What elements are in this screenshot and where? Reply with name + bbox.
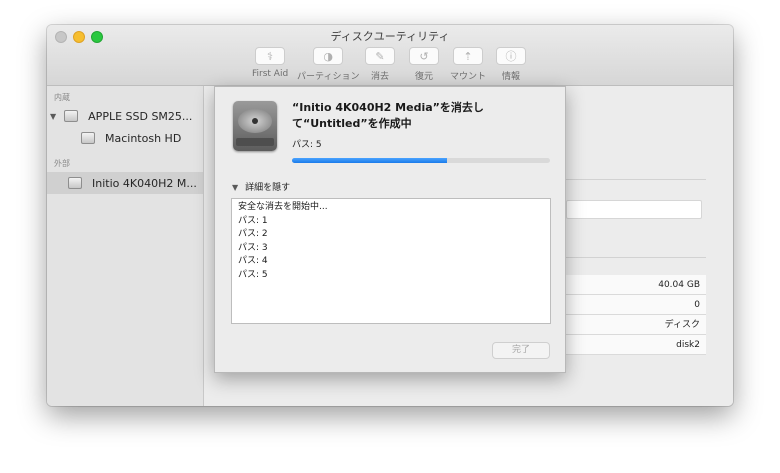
first-aid-label: First Aid [252,69,289,79]
sidebar: 内蔵 ▼ APPLE SSD SM25... Macintosh HD 外部 I… [47,86,204,406]
erase-icon: ✎ [365,47,395,65]
erase-progress-sheet: “Initio 4K040H2 Media”を消去して“Untitled”を作成… [214,86,566,373]
partition-button[interactable]: ◑ パーティション [297,47,359,82]
erase-button[interactable]: ✎ 消去 [365,47,395,82]
restore-label: 復元 [414,72,433,82]
log-line: 安全な消去を開始中... [238,202,328,212]
pass-status: パス: 5 [292,140,322,150]
divider [566,179,706,180]
log-line: パス: 4 [238,256,268,266]
mount-button[interactable]: ⇡ マウント [450,47,486,82]
divider [566,257,706,258]
info-field [566,200,702,219]
erase-log: 安全な消去を開始中... パス: 1 パス: 2 パス: 3 パス: 4 パス:… [231,198,551,324]
sidebar-item-initio[interactable]: Initio 4K040H2 M... [47,172,203,194]
mount-icon: ⇡ [453,47,483,65]
log-line: パス: 5 [238,269,268,280]
restore-button[interactable]: ↺ 復元 [409,47,439,82]
disclosure-triangle-icon[interactable]: ▼ [50,112,56,121]
info-device-value: disk2 [566,335,706,355]
log-line: パス: 3 [238,242,268,253]
log-line: パス: 2 [238,229,268,239]
sidebar-item-label: Macintosh HD [105,131,182,145]
progress-bar [292,158,550,163]
info-label: 情報 [501,72,520,82]
external-disk-icon [68,177,82,189]
volume-icon [81,132,95,144]
internal-disk-icon [64,110,79,122]
progress-fill [292,158,447,163]
sidebar-item-label: Initio 4K040H2 M... [92,176,197,190]
info-button[interactable]: ⓘ 情報 [496,47,526,82]
hide-details-toggle[interactable]: ▼ 詳細を隠す [232,180,290,193]
sheet-title: “Initio 4K040H2 Media”を消去して“Untitled”を作成… [292,101,484,130]
sidebar-item-apple-ssd[interactable]: ▼ APPLE SSD SM25... [47,105,203,127]
stethoscope-icon: ⚕ [255,47,286,65]
info-capacity-value: 40.04 GB [566,275,706,295]
sidebar-section-internal: 内蔵 [54,93,70,102]
mount-label: マウント [450,72,487,82]
partition-icon: ◑ [313,47,344,65]
sidebar-item-label: APPLE SSD SM25... [88,109,193,123]
partition-label: パーティション [297,72,360,82]
window-title: ディスクユーティリティ [330,30,450,43]
done-button[interactable]: 完了 [492,342,550,359]
first-aid-button[interactable]: ⚕ First Aid [252,47,288,79]
sidebar-item-macintosh-hd[interactable]: Macintosh HD [47,127,203,149]
title-bar: ディスクユーティリティ ⚕ First Aid ◑ パーティション ✎ 消去 ↺… [47,25,733,86]
hide-details-label: 詳細を隠す [245,183,291,193]
disclosure-triangle-icon: ▼ [232,183,239,192]
erase-label: 消去 [370,72,389,82]
info-type-value: ディスク [566,315,706,335]
hard-drive-icon [233,101,277,151]
info-icon: ⓘ [496,47,526,65]
log-line: パス: 1 [238,215,268,226]
info-child-count-value: 0 [566,295,706,315]
restore-icon: ↺ [409,47,439,65]
sidebar-section-external: 外部 [54,159,70,168]
